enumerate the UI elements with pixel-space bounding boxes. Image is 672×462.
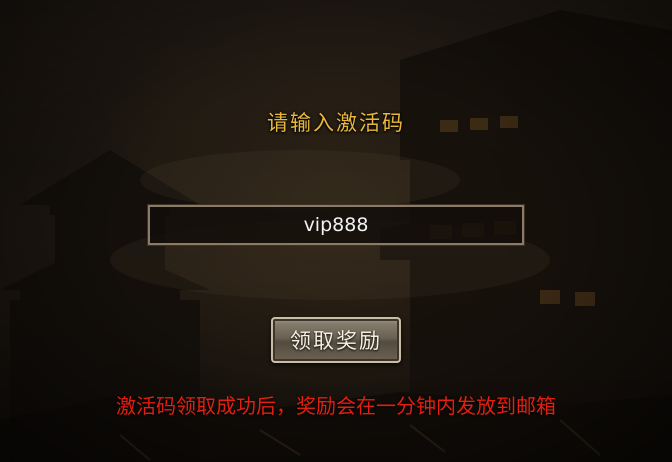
reward-notice: 激活码领取成功后，奖励会在一分钟内发放到邮箱 — [116, 394, 556, 418]
claim-reward-button-label: 领取奖励 — [290, 329, 382, 353]
claim-reward-button[interactable]: 领取奖励 — [271, 317, 401, 363]
activation-code-screen: 请输入激活码 领取奖励 激活码领取成功后，奖励会在一分钟内发放到邮箱 — [0, 0, 672, 462]
activation-code-input[interactable] — [147, 204, 525, 246]
prompt-title: 请输入激活码 — [267, 111, 405, 135]
